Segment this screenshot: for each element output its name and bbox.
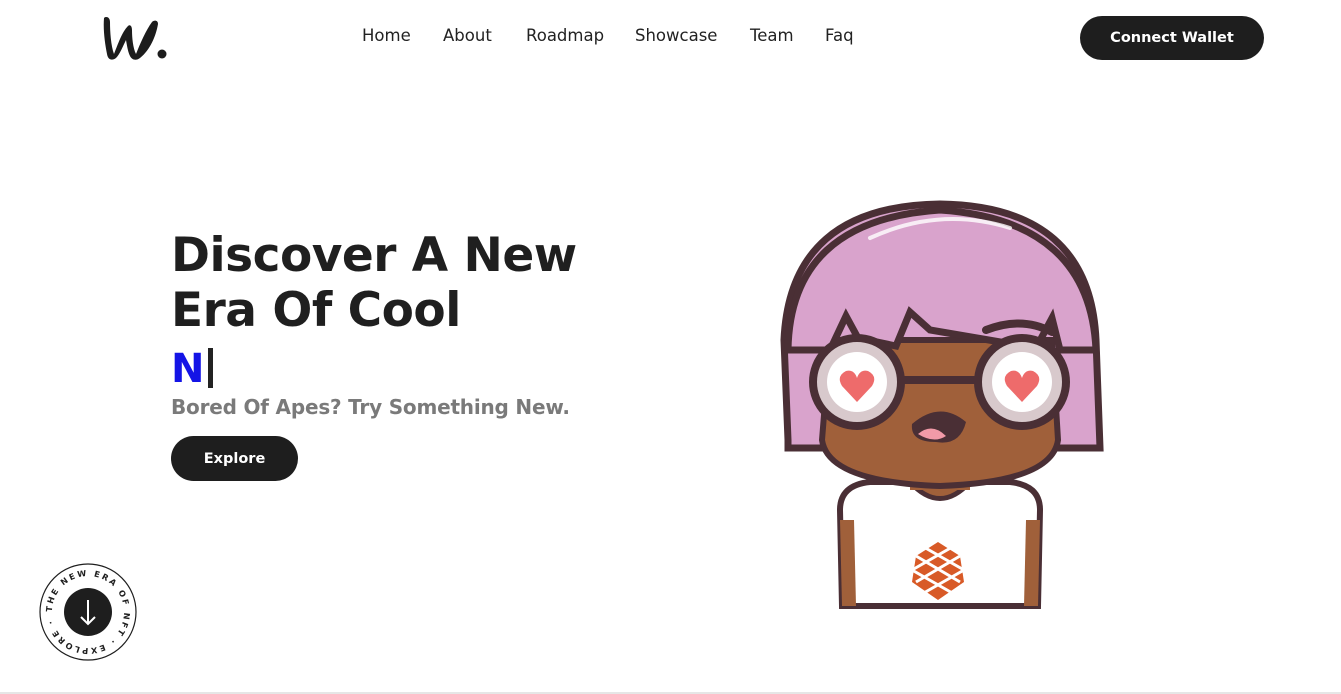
explore-button[interactable]: Explore	[171, 436, 298, 481]
logo[interactable]	[100, 12, 170, 64]
nav-showcase[interactable]: Showcase	[635, 26, 717, 45]
typing-cursor	[208, 348, 214, 388]
hero-subtitle: Bored Of Apes? Try Something New.	[171, 395, 570, 419]
hero-title: Discover A New Era Of Cool	[171, 228, 577, 338]
hero-title-line2: Era Of Cool	[171, 283, 461, 338]
nft-character-illustration	[780, 200, 1104, 609]
connect-wallet-button[interactable]: Connect Wallet	[1080, 16, 1264, 60]
hero-title-line1: Discover A New	[171, 228, 577, 283]
nav-about[interactable]: About	[443, 26, 492, 45]
typed-text: N	[171, 346, 214, 392]
typed-text-value: N	[171, 346, 205, 392]
nav-home[interactable]: Home	[362, 26, 411, 45]
nav-roadmap[interactable]: Roadmap	[526, 26, 604, 45]
nav-team[interactable]: Team	[750, 26, 794, 45]
explore-badge[interactable]: THE NEW ERA OF NFT · EXPLORE ·	[38, 562, 138, 662]
nav-faq[interactable]: Faq	[825, 26, 854, 45]
